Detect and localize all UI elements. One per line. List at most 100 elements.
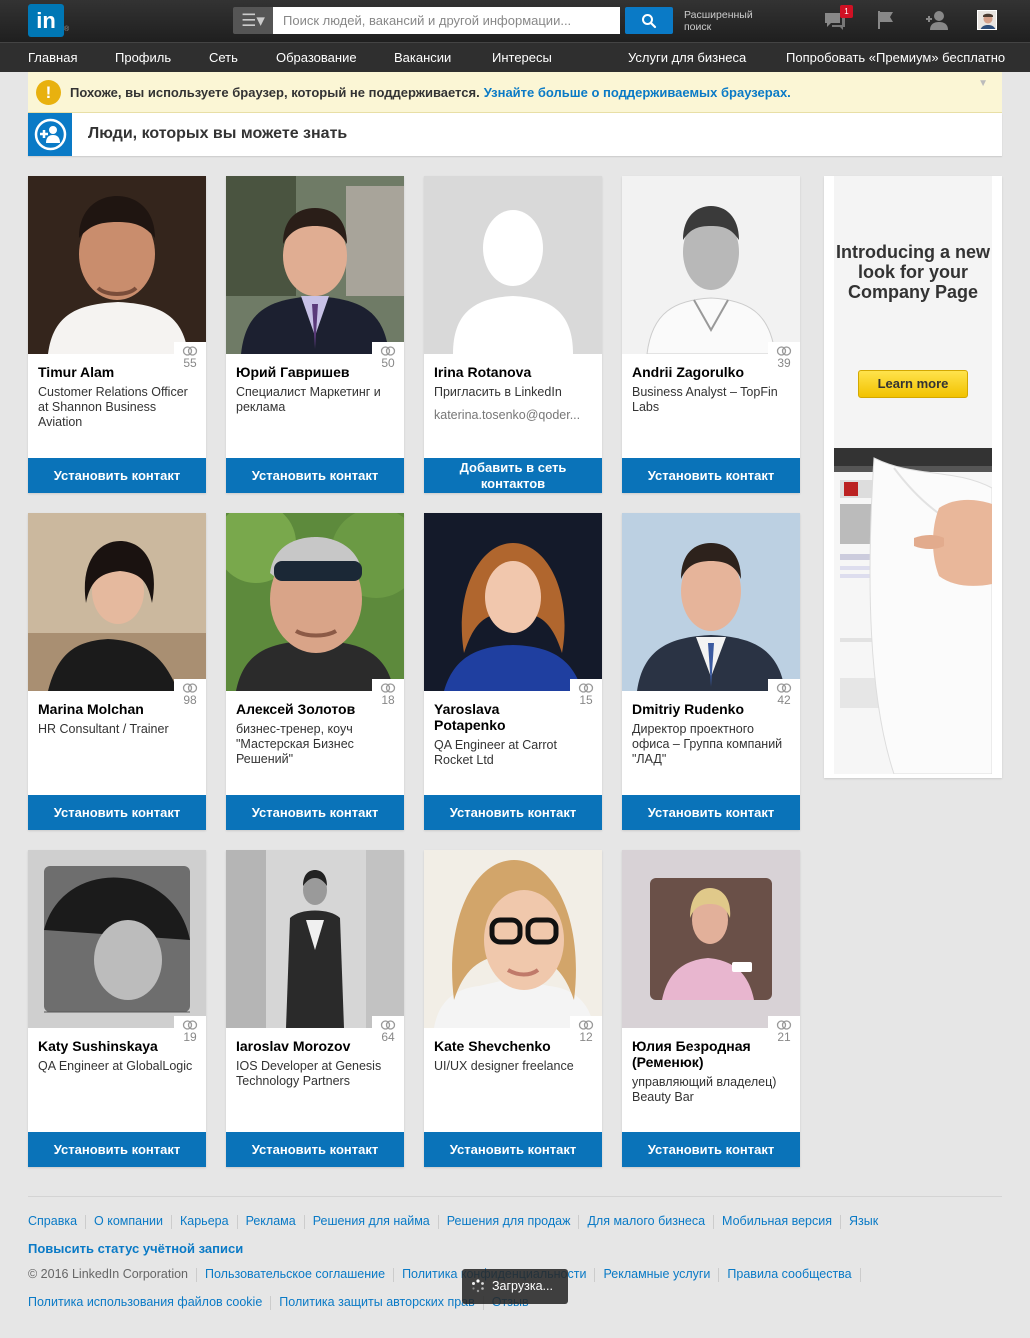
user-avatar[interactable] [977, 10, 997, 30]
person-card: 12 Kate Shevchenko UI/UX designer freela… [424, 850, 602, 1167]
connect-button[interactable]: Установить контакт [28, 1132, 206, 1167]
person-name[interactable]: Dmitriy Rudenko [632, 701, 762, 717]
connect-button[interactable]: Установить контакт [424, 1132, 602, 1167]
profile-photo[interactable] [28, 176, 206, 354]
search-button[interactable] [625, 7, 673, 34]
supported-browsers-link[interactable]: Узнайте больше о поддерживаемых браузера… [484, 85, 791, 100]
profile-photo[interactable] [28, 513, 206, 691]
person-name[interactable]: Юлия Безродная (Ременюк) [632, 1038, 762, 1070]
profile-photo[interactable] [622, 850, 800, 1028]
profile-photo[interactable] [424, 850, 602, 1028]
footer-link-careers[interactable]: Карьера [180, 1214, 229, 1228]
person-headline: Директор проектного офиса – Группа компа… [632, 722, 783, 766]
person-name[interactable]: Юрий Гавришев [236, 364, 366, 380]
shared-count: 12 [579, 1030, 593, 1044]
shared-connections-icon [380, 683, 396, 693]
profile-photo[interactable] [424, 513, 602, 691]
warning-icon: ! [36, 80, 61, 105]
connect-button[interactable]: Установить контакт [424, 795, 602, 830]
footer-link-user-agreement[interactable]: Пользовательское соглашение [205, 1267, 385, 1281]
person-headline: HR Consultant / Trainer [38, 722, 169, 736]
nav-jobs[interactable]: Вакансии [394, 43, 451, 73]
top-bar: in ® ☰▾ Расширенный поиск 1 [0, 0, 1030, 42]
footer-links-row: Справка О компании Карьера Реклама Решения д… [28, 1214, 878, 1229]
nav-education[interactable]: Образование [276, 43, 357, 73]
profile-photo[interactable] [622, 176, 800, 354]
shared-connections[interactable]: 19 [174, 1016, 206, 1050]
person-headline: IOS Developer at Genesis Technology Part… [236, 1059, 382, 1088]
person-name[interactable]: Timur Alam [38, 364, 168, 380]
nav-business-services[interactable]: Услуги для бизнеса [628, 43, 746, 73]
nav-profile[interactable]: Профиль [115, 43, 171, 73]
shared-connections[interactable]: 15 [570, 679, 602, 713]
shared-connections[interactable]: 12 [570, 1016, 602, 1050]
footer-link-small-business[interactable]: Для малого бизнеса [587, 1214, 705, 1228]
learn-more-button[interactable]: Learn more [858, 370, 968, 398]
person-name[interactable]: Iaroslav Morozov [236, 1038, 366, 1054]
footer-link-cookie-policy[interactable]: Политика использования файлов cookie [28, 1295, 262, 1309]
person-name[interactable]: Kate Shevchenko [434, 1038, 564, 1054]
footer-link-advertising[interactable]: Реклама [246, 1214, 296, 1228]
footer-link-sales-solutions[interactable]: Решения для продаж [447, 1214, 571, 1228]
footer-link-help[interactable]: Справка [28, 1214, 77, 1228]
person-headline: QA Engineer at Carrot Rocket Ltd [434, 738, 557, 767]
alert-collapse-icon[interactable]: ▼ [978, 78, 988, 89]
footer-link-talent-solutions[interactable]: Решения для найма [313, 1214, 430, 1228]
nav-home[interactable]: Главная [28, 43, 77, 73]
shared-connections[interactable]: 39 [768, 342, 800, 376]
search-input[interactable] [273, 7, 620, 34]
person-name[interactable]: Andrii Zagorulko [632, 364, 762, 380]
person-name[interactable]: Irina Rotanova [434, 364, 564, 380]
person-name[interactable]: Katy Sushinskaya [38, 1038, 168, 1054]
footer-link-copyright-policy[interactable]: Политика защиты авторских прав [279, 1295, 475, 1309]
profile-photo[interactable] [226, 176, 404, 354]
person-email: katerina.tosenko@qoder... [434, 408, 581, 422]
connect-button[interactable]: Установить контакт [28, 458, 206, 493]
add-to-network-button[interactable]: Добавить в сеть контактов [424, 458, 602, 493]
shared-connections[interactable]: 18 [372, 679, 404, 713]
person-card: 15 Yaroslava Potapenko QA Engineer at Ca… [424, 513, 602, 830]
shared-connections[interactable]: 64 [372, 1016, 404, 1050]
connect-button[interactable]: Установить контакт [28, 795, 206, 830]
footer-link-language[interactable]: Язык [849, 1214, 878, 1228]
shared-connections[interactable]: 42 [768, 679, 800, 713]
profile-photo[interactable] [28, 850, 206, 1028]
advanced-search-link[interactable]: Расширенный поиск [684, 9, 764, 33]
person-card: 50 Юрий Гавришев Специалист Маркетинг и … [226, 176, 404, 493]
shared-connections[interactable]: 21 [768, 1016, 800, 1050]
connect-button[interactable]: Установить контакт [622, 1132, 800, 1167]
connect-button[interactable]: Установить контакт [226, 458, 404, 493]
nav-network[interactable]: Сеть [209, 43, 238, 73]
person-card: 55 Timur Alam Customer Relations Officer… [28, 176, 206, 493]
connect-button[interactable]: Установить контакт [622, 458, 800, 493]
profile-photo[interactable] [226, 850, 404, 1028]
linkedin-logo[interactable]: in [28, 4, 64, 37]
footer-link-community-guidelines[interactable]: Правила сообщества [727, 1267, 851, 1281]
profile-photo-placeholder[interactable] [424, 176, 602, 354]
person-name[interactable]: Алексей Золотов [236, 701, 366, 717]
shared-connections-icon [776, 346, 792, 356]
shared-connections[interactable]: 98 [174, 679, 206, 713]
flag-icon[interactable] [876, 10, 896, 30]
search-category-menu-icon[interactable]: ☰▾ [233, 7, 273, 34]
footer-link-ad-choices[interactable]: Рекламные услуги [603, 1267, 710, 1281]
person-card: 64 Iaroslav Morozov IOS Developer at Gen… [226, 850, 404, 1167]
shared-connections[interactable]: 55 [174, 342, 206, 376]
copyright: © 2016 LinkedIn Corporation [28, 1267, 189, 1281]
connect-button[interactable]: Установить контакт [226, 1132, 404, 1167]
person-name[interactable]: Marina Molchan [38, 701, 168, 717]
shared-connections[interactable]: 50 [372, 342, 404, 376]
footer-link-about[interactable]: О компании [94, 1214, 163, 1228]
company-page-ad[interactable]: Introducing a new look for your Company … [824, 176, 1002, 778]
add-connection-icon[interactable] [925, 10, 949, 30]
footer-link-mobile[interactable]: Мобильная версия [722, 1214, 832, 1228]
profile-photo[interactable] [622, 513, 800, 691]
spinner-icon [472, 1279, 484, 1293]
connect-button[interactable]: Установить контакт [226, 795, 404, 830]
profile-photo[interactable] [226, 513, 404, 691]
connect-button[interactable]: Установить контакт [622, 795, 800, 830]
nav-try-premium[interactable]: Попробовать «Премиум» бесплатно [786, 43, 1005, 73]
nav-interests[interactable]: Интересы [492, 43, 552, 73]
upgrade-account-link[interactable]: Повысить статус учётной записи [28, 1241, 243, 1256]
person-name[interactable]: Yaroslava Potapenko [434, 701, 564, 733]
